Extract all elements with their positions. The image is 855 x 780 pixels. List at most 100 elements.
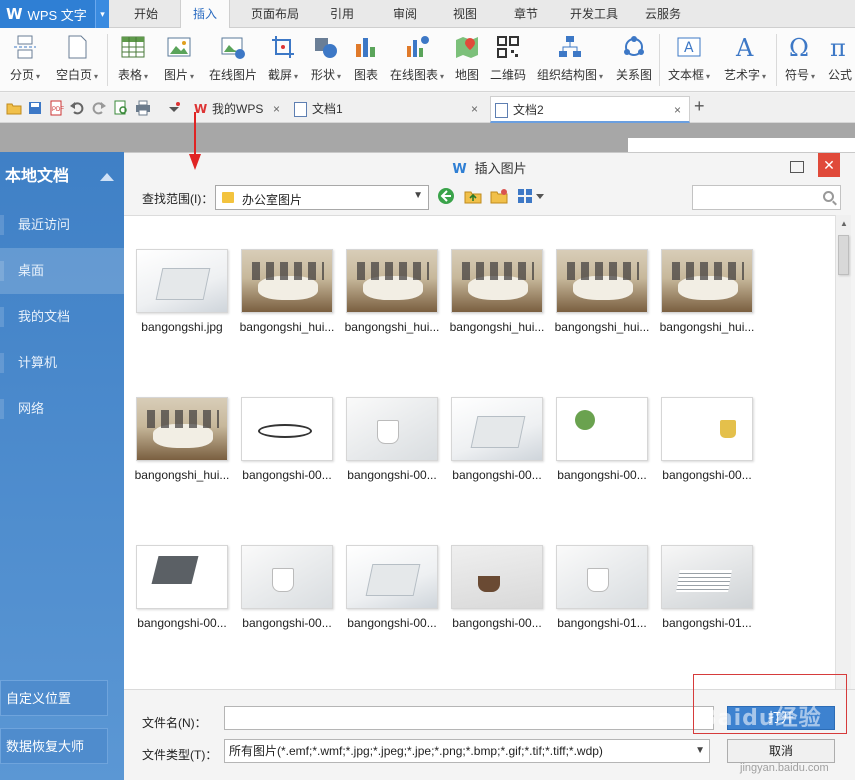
back-icon[interactable]	[437, 187, 455, 205]
tab-2[interactable]: 页面布局	[239, 0, 311, 28]
ribbon-button-4[interactable]: 在线图片	[205, 32, 261, 88]
file-item[interactable]: bangongshi-00...	[445, 545, 549, 630]
up-folder-icon[interactable]	[464, 187, 482, 205]
image-thumbnail[interactable]	[661, 397, 753, 461]
file-item[interactable]: bangongshi-00...	[550, 397, 654, 482]
vertical-scrollbar[interactable]: ▲	[835, 215, 851, 689]
print-preview-icon[interactable]	[113, 100, 129, 116]
chevron-down-icon[interactable]: ▾	[762, 72, 766, 81]
data-recovery-button[interactable]: 数据恢复大师	[0, 728, 108, 764]
file-item[interactable]: bangongshi-00...	[130, 545, 234, 630]
image-thumbnail[interactable]	[346, 397, 438, 461]
ribbon-button-11[interactable]: 组织结构图 ▾	[532, 32, 608, 88]
ribbon-button-3[interactable]: 图片 ▾	[158, 32, 200, 88]
image-thumbnail[interactable]	[241, 249, 333, 313]
custom-location-button[interactable]: 自定义位置	[0, 680, 108, 716]
image-thumbnail[interactable]	[556, 249, 648, 313]
ribbon-button-1[interactable]: 空白页 ▾	[50, 32, 104, 88]
filename-input[interactable]	[224, 706, 714, 730]
ribbon-button-16[interactable]: π 公式	[824, 32, 855, 88]
tab-0[interactable]: 开始	[122, 0, 170, 28]
tab-8[interactable]: 云服务	[633, 0, 693, 28]
chevron-down-icon[interactable]: ▾	[811, 72, 815, 81]
search-icon[interactable]	[823, 191, 834, 202]
file-item[interactable]: bangongshi_hui...	[550, 249, 654, 334]
undo-icon[interactable]	[69, 100, 85, 116]
close-tab-icon[interactable]: ×	[273, 96, 280, 122]
file-item[interactable]: bangongshi-00...	[340, 545, 444, 630]
file-item[interactable]: bangongshi-00...	[340, 397, 444, 482]
close-tab-icon[interactable]: ×	[674, 97, 681, 123]
ribbon-button-9[interactable]: 地图	[450, 32, 484, 88]
image-thumbnail[interactable]	[451, 545, 543, 609]
app-menu-dropdown-icon[interactable]: ▾	[95, 0, 109, 28]
ribbon-button-15[interactable]: Ω 符号 ▾	[780, 32, 820, 88]
image-thumbnail[interactable]	[451, 249, 543, 313]
sidebar-header[interactable]: 本地文档	[0, 152, 124, 202]
image-thumbnail[interactable]	[661, 545, 753, 609]
chevron-down-icon[interactable]: ▾	[440, 72, 444, 81]
look-in-dropdown[interactable]: 办公室图片 ▼	[215, 185, 429, 210]
sidebar-item-0[interactable]: 最近访问	[0, 202, 124, 248]
file-item[interactable]: bangongshi_hui...	[445, 249, 549, 334]
customize-toolbar-icon[interactable]	[166, 100, 182, 116]
file-item[interactable]: bangongshi-00...	[655, 397, 759, 482]
ribbon-button-6[interactable]: 形状 ▾	[305, 32, 347, 88]
ribbon-button-8[interactable]: 在线图表 ▾	[386, 32, 448, 88]
scroll-up-icon[interactable]: ▲	[840, 219, 848, 228]
image-thumbnail[interactable]	[346, 545, 438, 609]
ribbon-button-7[interactable]: 图表	[350, 32, 382, 88]
file-item[interactable]: bangongshi-00...	[235, 545, 339, 630]
sidebar-item-3[interactable]: 计算机	[0, 340, 124, 386]
open-folder-icon[interactable]	[6, 100, 22, 116]
export-pdf-icon[interactable]: PDF	[48, 100, 64, 116]
image-thumbnail[interactable]	[241, 397, 333, 461]
chevron-down-icon[interactable]: ▾	[190, 72, 194, 81]
file-item[interactable]: bangongshi_hui...	[340, 249, 444, 334]
chevron-down-icon[interactable]: ▾	[599, 72, 603, 81]
file-item[interactable]: bangongshi-01...	[550, 545, 654, 630]
ribbon-button-0[interactable]: 分页 ▾	[3, 32, 47, 88]
chevron-down-icon[interactable]: ▾	[36, 72, 40, 81]
ribbon-button-5[interactable]: 截屏 ▾	[262, 32, 304, 88]
new-tab-button[interactable]: +	[694, 96, 705, 117]
new-folder-icon[interactable]	[490, 187, 508, 205]
chevron-down-icon[interactable]: ▾	[94, 72, 98, 81]
chevron-down-icon[interactable]: ▾	[144, 72, 148, 81]
file-item[interactable]: bangongshi_hui...	[235, 249, 339, 334]
collapse-caret-icon[interactable]	[100, 173, 114, 181]
save-icon[interactable]	[27, 100, 43, 116]
filetype-dropdown[interactable]: 所有图片(*.emf;*.wmf;*.jpg;*.jpeg;*.jpe;*.pn…	[224, 739, 710, 763]
sidebar-item-2[interactable]: 我的文档	[0, 294, 124, 340]
close-button[interactable]: ✕	[818, 153, 840, 177]
image-thumbnail[interactable]	[136, 397, 228, 461]
tab-3[interactable]: 引用	[318, 0, 366, 28]
tab-4[interactable]: 审阅	[381, 0, 429, 28]
tab-1[interactable]: 插入	[180, 0, 231, 29]
close-tab-icon[interactable]: ×	[471, 96, 478, 122]
image-thumbnail[interactable]	[346, 249, 438, 313]
ribbon-button-2[interactable]: 表格 ▾	[112, 32, 154, 88]
maximize-button[interactable]	[790, 161, 804, 173]
image-thumbnail[interactable]	[556, 545, 648, 609]
document-tab-0[interactable]: W 我的WPS ×	[190, 96, 288, 123]
image-thumbnail[interactable]	[136, 249, 228, 313]
file-item[interactable]: bangongshi-00...	[235, 397, 339, 482]
file-item[interactable]: bangongshi.jpg	[130, 249, 234, 334]
image-thumbnail[interactable]	[451, 397, 543, 461]
view-menu-icon[interactable]	[517, 187, 545, 205]
file-item[interactable]: bangongshi-00...	[445, 397, 549, 482]
sidebar-item-1[interactable]: 桌面	[0, 248, 124, 294]
document-tab-2[interactable]: 文档2 ×	[490, 96, 690, 123]
file-item[interactable]: bangongshi_hui...	[655, 249, 759, 334]
search-input[interactable]	[692, 185, 841, 210]
chevron-down-icon[interactable]: ▾	[706, 72, 710, 81]
tab-7[interactable]: 开发工具	[558, 0, 630, 28]
ribbon-button-14[interactable]: A 艺术字 ▾	[718, 32, 772, 88]
ribbon-button-10[interactable]: 二维码	[488, 32, 528, 88]
image-thumbnail[interactable]	[661, 249, 753, 313]
sidebar-item-4[interactable]: 网络	[0, 386, 124, 432]
image-thumbnail[interactable]	[241, 545, 333, 609]
cancel-button[interactable]: 取消	[727, 739, 835, 763]
scrollbar-thumb[interactable]	[838, 235, 849, 275]
